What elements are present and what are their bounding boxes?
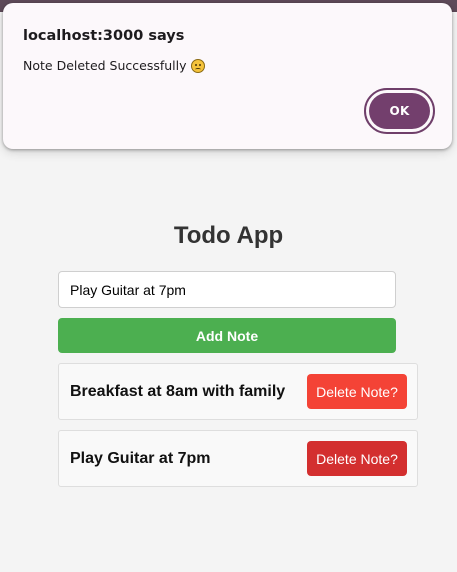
frowning-face-icon [190, 58, 205, 73]
ok-button[interactable]: OK [369, 93, 430, 129]
alert-dialog: localhost:3000 says Note Deleted Success… [3, 3, 452, 149]
delete-note-button[interactable]: Delete Note? [307, 374, 407, 409]
note-input[interactable] [58, 271, 396, 308]
add-note-button[interactable]: Add Note [58, 318, 396, 353]
page-title: Todo App [173, 222, 284, 249]
delete-note-button[interactable]: Delete Note? [307, 441, 407, 476]
dialog-message-row: Note Deleted Successfully [23, 58, 205, 73]
ok-button-focus-ring: OK [364, 88, 435, 134]
note-card: Play Guitar at 7pm Delete Note? [58, 430, 418, 487]
note-text: Play Guitar at 7pm [70, 450, 211, 467]
note-card: Breakfast at 8am with family Delete Note… [58, 363, 418, 420]
dialog-title: localhost:3000 says [23, 28, 185, 44]
note-text: Breakfast at 8am with family [70, 383, 286, 400]
dialog-message: Note Deleted Successfully [23, 58, 187, 73]
